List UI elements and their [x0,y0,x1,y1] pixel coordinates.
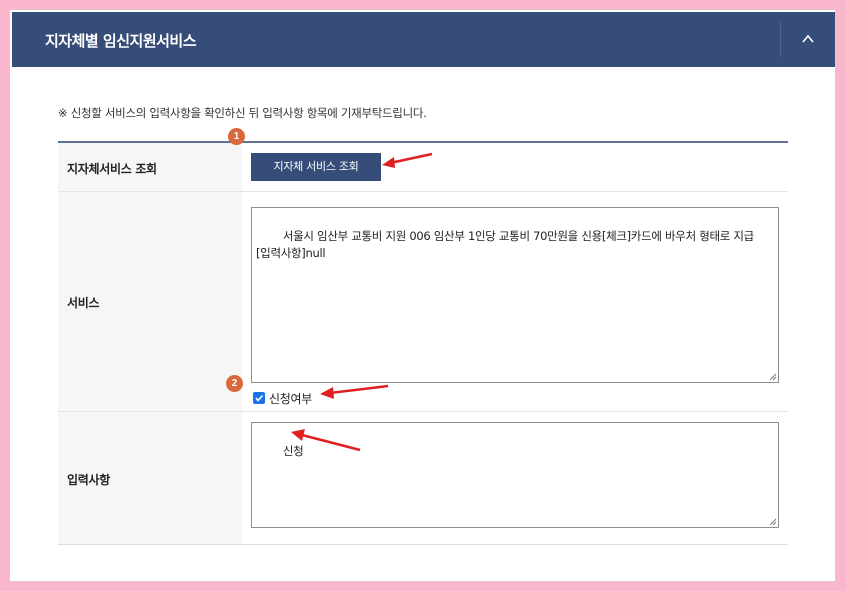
lookup-service-button[interactable]: 지자체 서비스 조회 [251,153,381,181]
page-frame: 지자체별 임신지원서비스 ※ 신청할 서비스의 입력사항을 확인하신 뒤 입력사… [9,9,836,582]
input-label: 입력사항 [67,473,110,487]
checkmark-icon [255,394,264,402]
form-row-service: 서비스 서울시 임산부 교통비 지원 006 임산부 1인당 교통비 70만원을… [58,192,788,412]
service-text: 서울시 임산부 교통비 지원 006 임산부 1인당 교통비 70만원을 신용[… [256,229,754,260]
section-title: 지자체별 임신지원서비스 [45,32,197,50]
label-cell: 서비스 [58,192,242,411]
lookup-label: 지자체서비스 조회 [67,162,157,176]
annotation-arrow-icon [320,384,389,399]
service-label: 서비스 [67,296,100,310]
application-form: 지자체서비스 조회 지자체 서비스 조회 서비스 서울시 임산부 교통비 지원 … [58,141,788,545]
label-cell: 입력사항 [58,412,242,544]
resize-grip-icon[interactable] [769,373,777,381]
annotation-marker-2: 2 [226,375,243,392]
form-row-input: 입력사항 신청 [58,412,788,545]
annotation-arrow-icon [382,152,433,168]
section-header: 지자체별 임신지원서비스 [12,12,835,67]
service-textarea[interactable]: 서울시 임산부 교통비 지원 006 임산부 1인당 교통비 70만원을 신용[… [251,207,779,383]
resize-grip-icon[interactable] [769,518,777,526]
annotation-arrow-icon [291,429,361,452]
annotation-marker-1: 1 [228,128,245,145]
apply-checkbox[interactable] [253,392,265,404]
collapse-button[interactable] [781,12,835,67]
notice-text: ※ 신청할 서비스의 입력사항을 확인하신 뒤 입력사항 항목에 기재부탁드립니… [58,106,427,120]
apply-checkbox-label[interactable]: 신청여부 [269,390,312,407]
label-cell: 지자체서비스 조회 [58,143,242,191]
chevron-up-icon [802,34,814,43]
